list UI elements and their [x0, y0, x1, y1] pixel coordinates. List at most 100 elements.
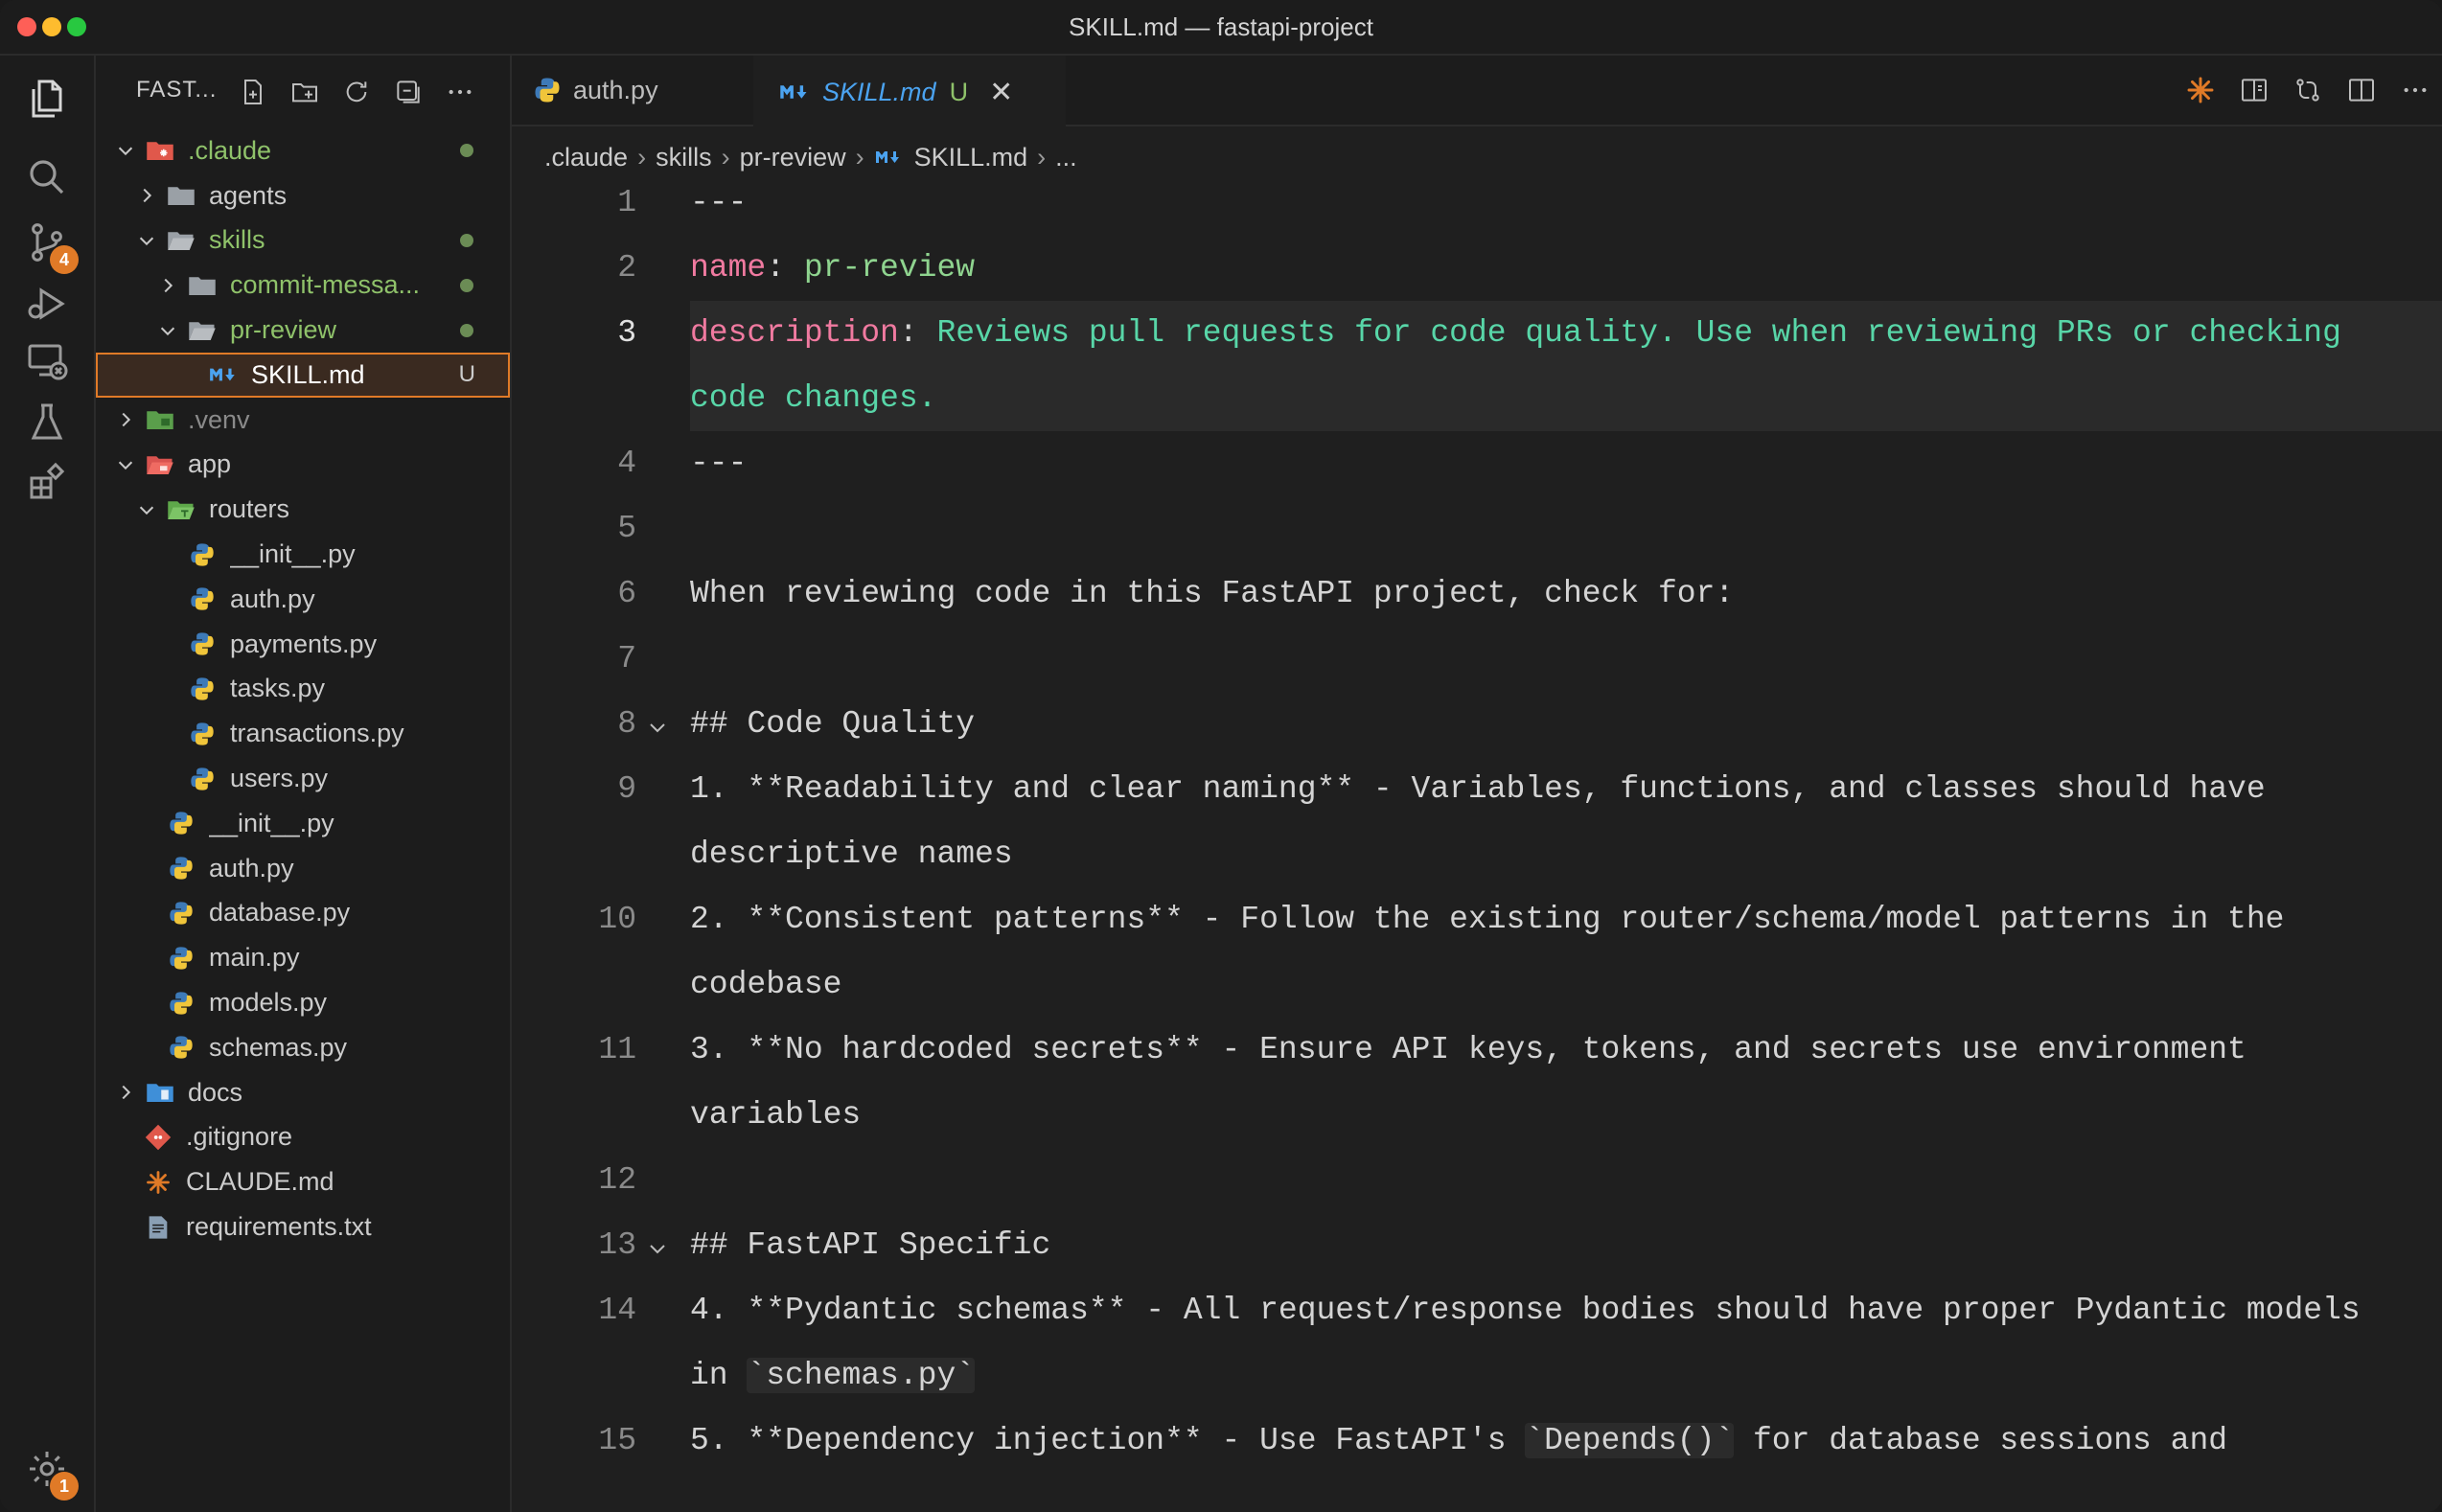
code-token: 3. **No hardcoded secrets** - Ensure API…: [690, 1032, 2246, 1067]
tab-auth-py[interactable]: auth.py: [512, 56, 772, 125]
tree-file[interactable]: auth.py: [96, 846, 510, 891]
breadcrumb-item[interactable]: pr-review: [740, 143, 846, 172]
code-line[interactable]: 6 When reviewing code in this FastAPI pro…: [512, 561, 2442, 627]
tree-file[interactable]: main.py: [96, 935, 510, 980]
tree-file[interactable]: SKILL.md U: [96, 352, 510, 398]
tree-item-label: routers: [209, 494, 290, 524]
tree-folder[interactable]: agents: [96, 173, 510, 218]
extensions-icon[interactable]: [21, 456, 73, 508]
code-editor[interactable]: 1 --- 2 name: pr-review 3 description: Review…: [512, 171, 2442, 1474]
tree-item-label: .claude: [188, 135, 272, 165]
testing-icon[interactable]: [21, 397, 73, 448]
code-token: ---: [690, 446, 748, 481]
chevron-down-icon[interactable]: [134, 228, 159, 253]
chevron-right-icon[interactable]: [113, 1080, 138, 1105]
code-token: :: [898, 315, 937, 351]
tree-item-label: pr-review: [230, 315, 337, 345]
refresh-icon[interactable]: [339, 75, 374, 109]
tree-file[interactable]: requirements.txt: [96, 1204, 510, 1249]
tree-file[interactable]: payments.py: [96, 622, 510, 667]
explorer-title: FAST...: [136, 77, 218, 103]
breadcrumb-item[interactable]: SKILL.md: [914, 143, 1028, 172]
tree-file[interactable]: transactions.py: [96, 711, 510, 756]
tree-item-label: __init__.py: [209, 808, 334, 837]
code-line[interactable]: 13 ## FastAPI Specific: [512, 1213, 2442, 1278]
tree-file[interactable]: .gitignore: [96, 1115, 510, 1160]
window-title: SKILL.md — fastapi-project: [1069, 12, 1373, 41]
explorer-icon[interactable]: [21, 73, 73, 125]
code-line[interactable]: 8 ## Code Quality: [512, 692, 2442, 757]
tree-file[interactable]: models.py: [96, 980, 510, 1025]
tab-skill-md[interactable]: SKILL.md U ✕: [753, 56, 1066, 126]
code-line[interactable]: 5: [512, 496, 2442, 561]
chevron-down-icon[interactable]: [113, 452, 138, 477]
claude-icon[interactable]: [2183, 73, 2218, 107]
chevron-right-icon[interactable]: [134, 183, 159, 208]
fold-chevron-icon[interactable]: [646, 1234, 669, 1257]
tree-file[interactable]: users.py: [96, 756, 510, 801]
split-editor-icon[interactable]: [2344, 73, 2379, 107]
open-preview-icon[interactable]: [2237, 73, 2271, 107]
tree-folder[interactable]: docs: [96, 1070, 510, 1115]
chevron-down-icon[interactable]: [113, 138, 138, 163]
breadcrumb-item[interactable]: ...: [1055, 143, 1077, 172]
tree-folder[interactable]: routers: [96, 487, 510, 532]
folder-open-icon: [186, 316, 219, 345]
run-debug-icon[interactable]: [21, 278, 73, 330]
tree-folder[interactable]: .venv: [96, 398, 510, 443]
code-token: descriptive names: [690, 836, 1013, 872]
code-line[interactable]: 7: [512, 627, 2442, 692]
code-token: description: [690, 315, 899, 351]
code-line[interactable]: 10 2. **Consistent patterns** - Follow th…: [512, 887, 2442, 1018]
open-changes-icon[interactable]: [2291, 73, 2325, 107]
tree-file[interactable]: CLAUDE.md: [96, 1159, 510, 1204]
tree-item-label: skills: [209, 225, 265, 255]
search-icon[interactable]: [21, 151, 73, 203]
tree-file[interactable]: database.py: [96, 891, 510, 936]
tree-folder[interactable]: commit-messa...: [96, 263, 510, 308]
chevron-down-icon[interactable]: [155, 318, 180, 343]
more-actions-icon[interactable]: [443, 75, 477, 109]
tree-folder[interactable]: skills: [96, 218, 510, 263]
code-line[interactable]: 4 ---: [512, 431, 2442, 496]
code-line[interactable]: 3 description: Reviews pull requests for …: [512, 301, 2442, 431]
code-line[interactable]: 14 4. **Pydantic schemas** - All request/…: [512, 1278, 2442, 1409]
collapse-all-icon[interactable]: [391, 75, 426, 109]
code-line[interactable]: 15 5. **Dependency injection** - Use Fast…: [512, 1409, 2442, 1474]
chevron-right-icon[interactable]: [155, 273, 180, 298]
breadcrumb-item[interactable]: skills: [656, 143, 712, 172]
tree-file[interactable]: tasks.py: [96, 667, 510, 712]
more-actions-icon[interactable]: [2398, 73, 2432, 107]
python-icon: [165, 809, 197, 837]
new-folder-icon[interactable]: [288, 75, 322, 109]
chevron-right-icon: ›: [637, 142, 647, 172]
text-file-icon: [142, 1213, 174, 1242]
breadcrumb-item[interactable]: .claude: [544, 143, 628, 172]
code-line[interactable]: 2 name: pr-review: [512, 236, 2442, 301]
chevron-down-icon[interactable]: [134, 497, 159, 522]
code-line[interactable]: 9 1. **Readability and clear naming** - V…: [512, 757, 2442, 887]
fold-chevron-icon[interactable]: [646, 713, 669, 736]
tree-file[interactable]: __init__.py: [96, 801, 510, 846]
tree-folder[interactable]: .claude: [96, 128, 510, 173]
editor-tabs: auth.py SKILL.md U ✕: [512, 56, 2442, 126]
source-control-icon[interactable]: 4: [21, 217, 79, 274]
python-icon: [165, 854, 197, 882]
code-line[interactable]: 11 3. **No hardcoded secrets** - Ensure A…: [512, 1018, 2442, 1148]
tree-folder[interactable]: pr-review: [96, 308, 510, 353]
tree-file[interactable]: auth.py: [96, 577, 510, 622]
python-icon: [165, 989, 197, 1018]
remote-explorer-icon[interactable]: [21, 335, 73, 387]
code-token: variables: [690, 1097, 862, 1133]
line-number: 11: [598, 1032, 636, 1067]
new-file-icon[interactable]: [236, 75, 270, 109]
tree-file[interactable]: __init__.py: [96, 532, 510, 577]
tree-file[interactable]: schemas.py: [96, 1025, 510, 1070]
code-line[interactable]: 12: [512, 1148, 2442, 1213]
close-tab-icon[interactable]: ✕: [989, 76, 1013, 109]
chevron-right-icon[interactable]: [113, 407, 138, 432]
code-line[interactable]: 1 ---: [512, 171, 2442, 236]
tree-folder[interactable]: app: [96, 443, 510, 488]
line-number: 12: [598, 1162, 636, 1198]
settings-gear-icon[interactable]: 1: [21, 1443, 79, 1501]
